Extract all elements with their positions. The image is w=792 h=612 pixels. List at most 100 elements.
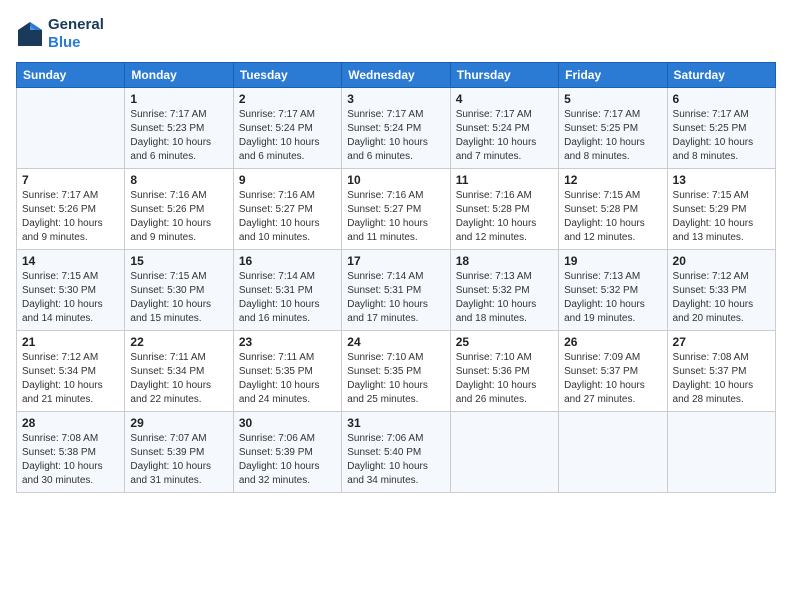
- calendar-cell: 3 Sunrise: 7:17 AM Sunset: 5:24 PM Daylig…: [342, 88, 450, 169]
- page-header: General Blue: [16, 16, 776, 52]
- calendar-cell: 28 Sunrise: 7:08 AM Sunset: 5:38 PM Dayli…: [17, 412, 125, 493]
- weekday-header-thursday: Thursday: [450, 63, 558, 88]
- day-number: 18: [456, 254, 553, 268]
- day-info: Sunrise: 7:15 AM Sunset: 5:29 PM Dayligh…: [673, 189, 770, 245]
- calendar-cell: 12 Sunrise: 7:15 AM Sunset: 5:28 PM Dayli…: [559, 169, 667, 250]
- calendar-cell: 10 Sunrise: 7:16 AM Sunset: 5:27 PM Dayli…: [342, 169, 450, 250]
- day-info: Sunrise: 7:13 AM Sunset: 5:32 PM Dayligh…: [456, 270, 553, 326]
- calendar-week-row: 28 Sunrise: 7:08 AM Sunset: 5:38 PM Dayli…: [17, 412, 776, 493]
- calendar-cell: 23 Sunrise: 7:11 AM Sunset: 5:35 PM Dayli…: [233, 331, 341, 412]
- calendar-cell: 20 Sunrise: 7:12 AM Sunset: 5:33 PM Dayli…: [667, 250, 775, 331]
- calendar-table: SundayMondayTuesdayWednesdayThursdayFrid…: [16, 62, 776, 493]
- day-info: Sunrise: 7:17 AM Sunset: 5:24 PM Dayligh…: [456, 108, 553, 164]
- day-number: 30: [239, 416, 336, 430]
- calendar-cell: 2Sunrise: 7:17 AM Sunset: 5:24 PM Daylig…: [233, 88, 341, 169]
- day-number: 12: [564, 173, 661, 187]
- day-info: Sunrise: 7:11 AM Sunset: 5:34 PM Dayligh…: [130, 351, 227, 407]
- day-info: Sunrise: 7:14 AM Sunset: 5:31 PM Dayligh…: [347, 270, 444, 326]
- day-info: Sunrise: 7:16 AM Sunset: 5:27 PM Dayligh…: [347, 189, 444, 245]
- day-info: Sunrise: 7:06 AM Sunset: 5:40 PM Dayligh…: [347, 432, 444, 488]
- weekday-header-friday: Friday: [559, 63, 667, 88]
- day-number: 14: [22, 254, 119, 268]
- day-number: 31: [347, 416, 444, 430]
- day-info: Sunrise: 7:17 AM Sunset: 5:23 PM Dayligh…: [130, 108, 227, 164]
- day-info: Sunrise: 7:15 AM Sunset: 5:30 PM Dayligh…: [130, 270, 227, 326]
- calendar-cell: 6 Sunrise: 7:17 AM Sunset: 5:25 PM Daylig…: [667, 88, 775, 169]
- calendar-week-row: 7Sunrise: 7:17 AM Sunset: 5:26 PM Daylig…: [17, 169, 776, 250]
- weekday-header-sunday: Sunday: [17, 63, 125, 88]
- calendar-cell: 8 Sunrise: 7:16 AM Sunset: 5:26 PM Daylig…: [125, 169, 233, 250]
- day-number: 20: [673, 254, 770, 268]
- calendar-cell: 31 Sunrise: 7:06 AM Sunset: 5:40 PM Dayli…: [342, 412, 450, 493]
- day-info: Sunrise: 7:15 AM Sunset: 5:28 PM Dayligh…: [564, 189, 661, 245]
- calendar-cell: 17 Sunrise: 7:14 AM Sunset: 5:31 PM Dayli…: [342, 250, 450, 331]
- calendar-week-row: 21 Sunrise: 7:12 AM Sunset: 5:34 PM Dayli…: [17, 331, 776, 412]
- day-info: Sunrise: 7:15 AM Sunset: 5:30 PM Dayligh…: [22, 270, 119, 326]
- calendar-cell: 29 Sunrise: 7:07 AM Sunset: 5:39 PM Dayli…: [125, 412, 233, 493]
- day-info: Sunrise: 7:10 AM Sunset: 5:35 PM Dayligh…: [347, 351, 444, 407]
- logo-icon: [16, 20, 44, 48]
- day-number: 23: [239, 335, 336, 349]
- day-info: Sunrise: 7:17 AM Sunset: 5:24 PM Dayligh…: [239, 108, 336, 164]
- calendar-week-row: 14 Sunrise: 7:15 AM Sunset: 5:30 PM Dayli…: [17, 250, 776, 331]
- calendar-cell: 16 Sunrise: 7:14 AM Sunset: 5:31 PM Dayli…: [233, 250, 341, 331]
- weekday-header-wednesday: Wednesday: [342, 63, 450, 88]
- day-number: 4: [456, 92, 553, 106]
- calendar-cell: 13Sunrise: 7:15 AM Sunset: 5:29 PM Dayli…: [667, 169, 775, 250]
- day-number: 21: [22, 335, 119, 349]
- day-number: 28: [22, 416, 119, 430]
- day-info: Sunrise: 7:16 AM Sunset: 5:26 PM Dayligh…: [130, 189, 227, 245]
- weekday-header-monday: Monday: [125, 63, 233, 88]
- day-number: 17: [347, 254, 444, 268]
- day-number: 19: [564, 254, 661, 268]
- weekday-header-saturday: Saturday: [667, 63, 775, 88]
- day-number: 11: [456, 173, 553, 187]
- day-info: Sunrise: 7:07 AM Sunset: 5:39 PM Dayligh…: [130, 432, 227, 488]
- calendar-cell: 9Sunrise: 7:16 AM Sunset: 5:27 PM Daylig…: [233, 169, 341, 250]
- day-info: Sunrise: 7:08 AM Sunset: 5:38 PM Dayligh…: [22, 432, 119, 488]
- day-number: 8: [130, 173, 227, 187]
- day-number: 24: [347, 335, 444, 349]
- calendar-cell: 1 Sunrise: 7:17 AM Sunset: 5:23 PM Daylig…: [125, 88, 233, 169]
- day-info: Sunrise: 7:10 AM Sunset: 5:36 PM Dayligh…: [456, 351, 553, 407]
- calendar-cell: 27Sunrise: 7:08 AM Sunset: 5:37 PM Dayli…: [667, 331, 775, 412]
- day-number: 26: [564, 335, 661, 349]
- calendar-cell: [667, 412, 775, 493]
- day-info: Sunrise: 7:17 AM Sunset: 5:24 PM Dayligh…: [347, 108, 444, 164]
- calendar-cell: 7Sunrise: 7:17 AM Sunset: 5:26 PM Daylig…: [17, 169, 125, 250]
- day-info: Sunrise: 7:17 AM Sunset: 5:25 PM Dayligh…: [564, 108, 661, 164]
- calendar-cell: 22Sunrise: 7:11 AM Sunset: 5:34 PM Dayli…: [125, 331, 233, 412]
- calendar-cell: 24 Sunrise: 7:10 AM Sunset: 5:35 PM Dayli…: [342, 331, 450, 412]
- day-number: 29: [130, 416, 227, 430]
- day-info: Sunrise: 7:11 AM Sunset: 5:35 PM Dayligh…: [239, 351, 336, 407]
- calendar-cell: 19 Sunrise: 7:13 AM Sunset: 5:32 PM Dayli…: [559, 250, 667, 331]
- calendar-cell: 30 Sunrise: 7:06 AM Sunset: 5:39 PM Dayli…: [233, 412, 341, 493]
- day-info: Sunrise: 7:09 AM Sunset: 5:37 PM Dayligh…: [564, 351, 661, 407]
- calendar-cell: 21 Sunrise: 7:12 AM Sunset: 5:34 PM Dayli…: [17, 331, 125, 412]
- calendar-week-row: 1 Sunrise: 7:17 AM Sunset: 5:23 PM Daylig…: [17, 88, 776, 169]
- logo-text: General Blue: [48, 16, 104, 52]
- logo: General Blue: [16, 16, 104, 52]
- day-number: 16: [239, 254, 336, 268]
- day-info: Sunrise: 7:13 AM Sunset: 5:32 PM Dayligh…: [564, 270, 661, 326]
- day-info: Sunrise: 7:12 AM Sunset: 5:34 PM Dayligh…: [22, 351, 119, 407]
- day-number: 10: [347, 173, 444, 187]
- calendar-cell: 11Sunrise: 7:16 AM Sunset: 5:28 PM Dayli…: [450, 169, 558, 250]
- day-number: 6: [673, 92, 770, 106]
- day-info: Sunrise: 7:16 AM Sunset: 5:27 PM Dayligh…: [239, 189, 336, 245]
- calendar-cell: 15Sunrise: 7:15 AM Sunset: 5:30 PM Dayli…: [125, 250, 233, 331]
- weekday-header-tuesday: Tuesday: [233, 63, 341, 88]
- calendar-cell: [450, 412, 558, 493]
- day-number: 1: [130, 92, 227, 106]
- day-number: 5: [564, 92, 661, 106]
- day-info: Sunrise: 7:12 AM Sunset: 5:33 PM Dayligh…: [673, 270, 770, 326]
- calendar-cell: 4 Sunrise: 7:17 AM Sunset: 5:24 PM Daylig…: [450, 88, 558, 169]
- day-info: Sunrise: 7:14 AM Sunset: 5:31 PM Dayligh…: [239, 270, 336, 326]
- day-info: Sunrise: 7:17 AM Sunset: 5:25 PM Dayligh…: [673, 108, 770, 164]
- day-number: 7: [22, 173, 119, 187]
- calendar-cell: 25Sunrise: 7:10 AM Sunset: 5:36 PM Dayli…: [450, 331, 558, 412]
- day-info: Sunrise: 7:06 AM Sunset: 5:39 PM Dayligh…: [239, 432, 336, 488]
- calendar-cell: [17, 88, 125, 169]
- calendar-cell: 18 Sunrise: 7:13 AM Sunset: 5:32 PM Dayli…: [450, 250, 558, 331]
- day-number: 3: [347, 92, 444, 106]
